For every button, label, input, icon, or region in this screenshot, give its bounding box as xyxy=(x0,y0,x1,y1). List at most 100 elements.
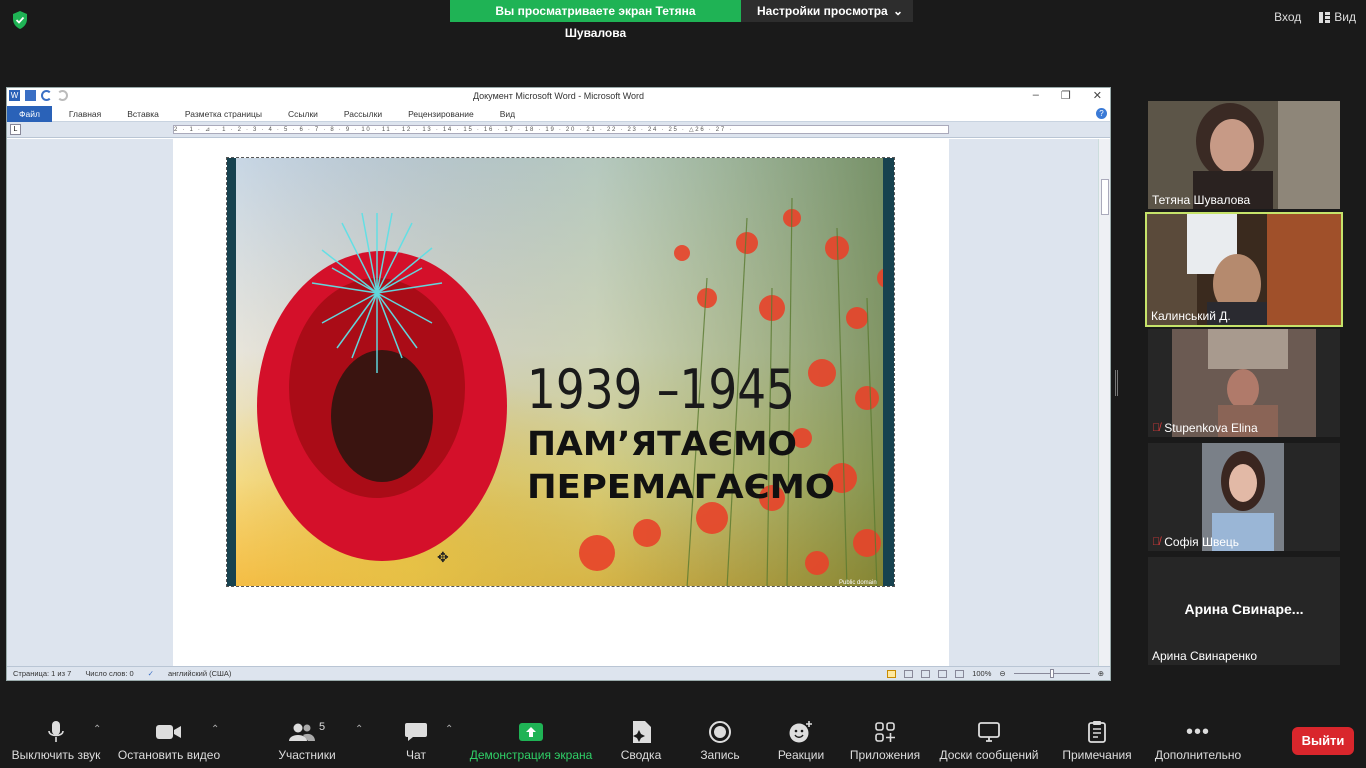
tab-selector-icon[interactable]: L xyxy=(10,124,21,135)
participant-tile[interactable]: 🎙̸ Stupenkova Elina xyxy=(1148,329,1340,437)
share-screen-icon xyxy=(519,723,543,741)
share-screen-label: Демонстрация экрана xyxy=(469,748,593,762)
record-button[interactable]: Запись xyxy=(697,720,743,762)
print-layout-icon[interactable] xyxy=(887,669,897,678)
login-label: Вход xyxy=(1274,10,1302,24)
document-title: Документ Microsoft Word - Microsoft Word xyxy=(472,91,645,101)
view-settings-label: Настройки просмотра xyxy=(757,4,888,18)
tab-insert[interactable]: Вставка xyxy=(114,106,172,122)
word-count[interactable]: Число слов: 0 xyxy=(85,669,133,678)
participant-name: Калинський Д. xyxy=(1151,309,1231,323)
whiteboards-label: Доски сообщений xyxy=(939,748,1039,762)
tab-file[interactable]: Файл xyxy=(7,105,52,122)
login-button[interactable]: Вход xyxy=(1274,10,1301,24)
grid-view-icon xyxy=(1319,11,1331,23)
draft-icon[interactable] xyxy=(955,669,965,678)
poster-image[interactable]: 1939 –1945 ПАМ’ЯТАЄМО ПЕРЕМАГАЄМО Public… xyxy=(226,157,895,587)
muted-mic-icon: 🎙̸ xyxy=(1152,536,1161,548)
word-status-bar: Страница: 1 из 7 Число слов: 0 ✓ английс… xyxy=(7,666,1110,680)
window-controls: – ❐ ✕ xyxy=(1033,89,1102,102)
top-right-controls: Вход Вид xyxy=(1274,10,1356,24)
mute-button[interactable]: Выключить звук xyxy=(10,720,102,762)
restore-icon[interactable]: ❐ xyxy=(1061,89,1071,102)
reactions-smiley-icon xyxy=(789,721,812,743)
participants-count: 5 xyxy=(318,721,326,733)
stop-video-label: Остановить видео xyxy=(117,748,221,762)
participants-options-chevron-icon[interactable]: ⌃ xyxy=(355,724,363,735)
chat-button[interactable]: Чат xyxy=(396,720,436,762)
more-dots-icon: ••• xyxy=(1185,720,1210,743)
tab-view[interactable]: Вид xyxy=(487,106,528,122)
summary-icon xyxy=(633,721,651,743)
vertical-scrollbar[interactable] xyxy=(1098,139,1110,667)
poster-line2: ПЕРЕМАГАЄМО xyxy=(527,467,835,506)
view-button[interactable]: Вид xyxy=(1319,10,1356,24)
share-screen-button[interactable]: Демонстрация экрана xyxy=(466,720,596,762)
panel-splitter[interactable] xyxy=(1115,370,1118,396)
proofing-icon[interactable]: ✓ xyxy=(148,669,154,678)
outline-icon[interactable] xyxy=(938,669,948,678)
help-icon[interactable]: ? xyxy=(1096,108,1107,119)
zoom-slider[interactable] xyxy=(1013,669,1090,678)
summary-label: Сводка xyxy=(620,748,662,762)
chat-options-chevron-icon[interactable]: ⌃ xyxy=(445,724,453,735)
poster-line1: ПАМ’ЯТАЄМО xyxy=(527,424,797,463)
participant-name: Арина Свинаренко xyxy=(1152,649,1258,663)
view-settings-dropdown[interactable]: Настройки просмотра ⌄ xyxy=(741,0,913,22)
apps-icon xyxy=(875,722,895,742)
more-button[interactable]: ••• Дополнительно xyxy=(1152,720,1244,763)
shared-screen-word-window[interactable]: W Документ Microsoft Word - Microsoft Wo… xyxy=(6,87,1111,681)
participants-icon xyxy=(288,723,315,741)
participant-tile-no-video[interactable]: Арина Свинаре... Арина Свинаренко xyxy=(1148,557,1340,665)
share-notice: Вы просматриваете экран Тетяна Шувалова xyxy=(450,0,741,40)
tab-page-layout[interactable]: Разметка страницы xyxy=(172,106,275,122)
participant-tile[interactable]: Тетяна Шувалова xyxy=(1148,101,1340,209)
tab-review[interactable]: Рецензирование xyxy=(395,106,487,122)
full-screen-icon[interactable] xyxy=(904,669,914,678)
document-page[interactable]: 1939 –1945 ПАМ’ЯТАЄМО ПЕРЕМАГАЄМО Public… xyxy=(173,139,949,667)
zoom-level[interactable]: 100% xyxy=(972,669,991,678)
word-title-bar: W Документ Microsoft Word - Microsoft Wo… xyxy=(7,88,1110,106)
web-layout-icon[interactable] xyxy=(921,669,931,678)
notes-icon xyxy=(1088,721,1106,743)
whiteboards-button[interactable]: Доски сообщений xyxy=(937,720,1041,762)
participant-name-row: 🎙̸ Stupenkova Elina xyxy=(1152,421,1258,435)
participant-tile-active-speaker[interactable]: Калинський Д. xyxy=(1145,212,1343,327)
zoom-slider-thumb[interactable] xyxy=(1049,669,1054,678)
summary-button[interactable]: Сводка xyxy=(615,720,667,762)
reactions-button[interactable]: Реакции xyxy=(774,720,828,762)
leave-meeting-button[interactable]: Выйти xyxy=(1292,727,1354,755)
tab-references[interactable]: Ссылки xyxy=(275,106,331,122)
page-count[interactable]: Страница: 1 из 7 xyxy=(13,669,71,678)
zoom-out-icon[interactable]: ⊖ xyxy=(999,669,1005,678)
participant-display-name: Арина Свинаре... xyxy=(1184,601,1304,617)
participant-name: Тетяна Шувалова xyxy=(1152,193,1251,207)
reactions-label: Реакции xyxy=(777,748,825,762)
close-icon[interactable]: ✕ xyxy=(1093,89,1102,102)
audio-options-chevron-icon[interactable]: ⌃ xyxy=(93,724,101,735)
language[interactable]: английский (США) xyxy=(168,669,231,678)
participant-name-row: 🎙̸ Софія Швець xyxy=(1152,535,1239,549)
whiteboard-icon xyxy=(978,722,1000,742)
ruler-scale: 2 · 1 · ⊿ · 1 · 2 · 3 · 4 · 5 · 6 · 7 · … xyxy=(173,125,949,134)
chat-icon xyxy=(405,723,427,741)
horizontal-ruler: L 2 · 1 · ⊿ · 1 · 2 · 3 · 4 · 5 · 6 · 7 … xyxy=(7,122,1110,138)
apps-label: Приложения xyxy=(849,748,921,762)
notes-button[interactable]: Примечания xyxy=(1059,720,1135,762)
tab-mailings[interactable]: Рассылки xyxy=(331,106,395,122)
participants-button[interactable]: 5 Участники xyxy=(272,720,342,762)
minimize-icon[interactable]: – xyxy=(1033,89,1039,102)
apps-button[interactable]: Приложения xyxy=(846,720,924,762)
zoom-in-icon[interactable]: ⊕ xyxy=(1098,669,1104,678)
tab-home[interactable]: Главная xyxy=(56,106,114,122)
ribbon-tabs: Файл Главная Вставка Разметка страницы С… xyxy=(7,105,1110,122)
chevron-down-icon: ⌄ xyxy=(892,4,903,18)
notes-label: Примечания xyxy=(1062,748,1132,762)
security-shield-icon[interactable] xyxy=(10,10,30,30)
participant-tile[interactable]: 🎙̸ Софія Швець xyxy=(1148,443,1340,551)
scrollbar-thumb[interactable] xyxy=(1101,179,1109,215)
more-label: Дополнительно xyxy=(1154,748,1242,762)
video-options-chevron-icon[interactable]: ⌃ xyxy=(211,724,219,735)
stop-video-button[interactable]: Остановить видео xyxy=(117,720,221,762)
participant-name: Софія Швець xyxy=(1164,535,1239,549)
